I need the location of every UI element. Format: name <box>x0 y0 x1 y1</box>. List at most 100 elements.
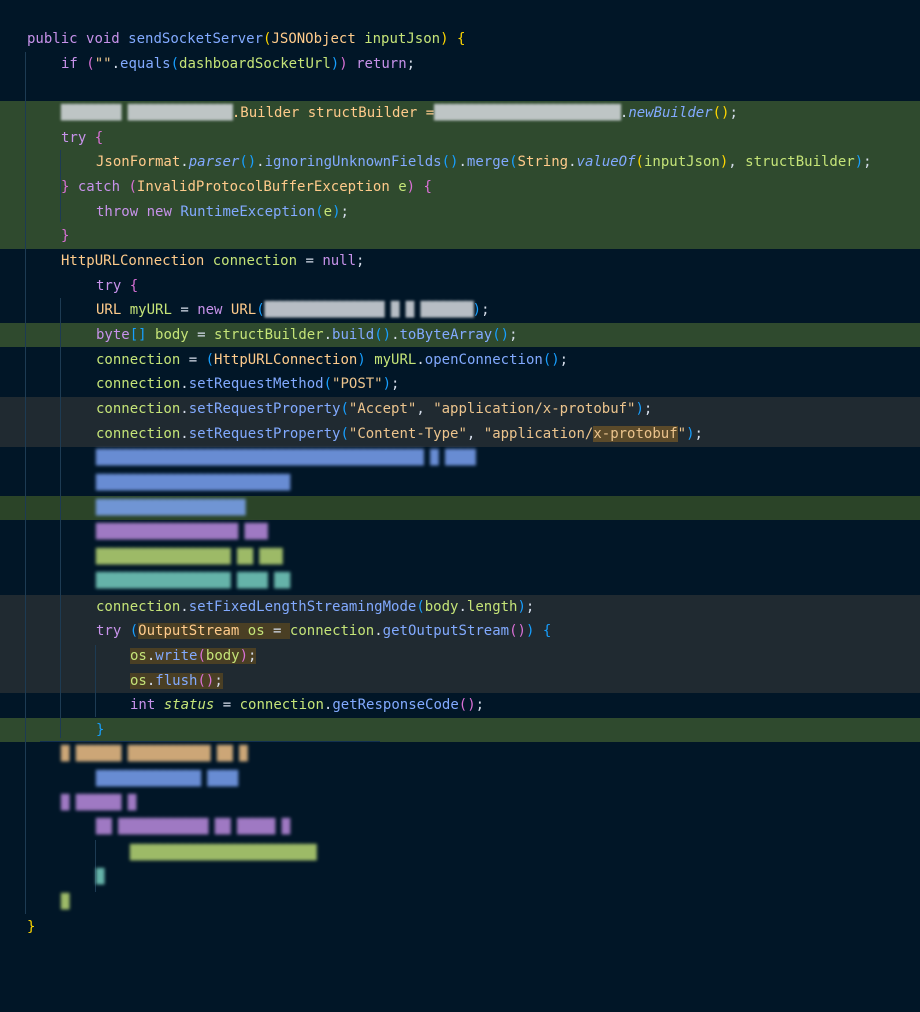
code-line-5[interactable]: try { <box>61 126 103 150</box>
code-line-10[interactable]: HttpURLConnection connection = null; <box>61 249 364 273</box>
variable: connection <box>239 697 324 713</box>
code-line-8[interactable]: throw new RuntimeException(e); <box>96 200 349 224</box>
variable: body <box>424 599 459 615</box>
variable: inputJson <box>643 154 720 170</box>
code-line-redacted[interactable]: █ ██████ ███████████ ██ █ <box>61 742 248 766</box>
class-name: HttpURLConnection <box>214 352 358 368</box>
code-line-redacted[interactable]: █ <box>96 865 105 889</box>
redacted-text: █ <box>61 894 70 910</box>
string-literal: " <box>677 426 687 442</box>
method-call: equals <box>120 56 171 72</box>
keyword: catch <box>77 179 121 195</box>
keyword: new <box>146 204 172 220</box>
code-line-16[interactable]: connection.setRequestProperty("Accept", … <box>96 397 652 421</box>
code-line-redacted[interactable]: ██████████████ ████ <box>96 767 238 791</box>
method-call: newBuilder <box>628 105 713 121</box>
string-literal: "Content-Type" <box>348 426 467 442</box>
code-line-redacted[interactable]: █ ██████ █ <box>61 791 136 815</box>
variable: os <box>247 623 265 639</box>
class-name: String <box>517 154 569 170</box>
redacted-text: ██ ████████████ ██ █████ █ <box>96 819 290 835</box>
code-line-28[interactable]: int status = connection.getResponseCode(… <box>130 693 484 717</box>
code-line-redacted[interactable]: █████████████████████████ <box>130 841 317 865</box>
code-line-24[interactable]: connection.setFixedLengthStreamingMode(b… <box>96 595 534 619</box>
keyword: try <box>61 130 87 146</box>
method-call: flush <box>155 673 198 689</box>
code-line-redacted[interactable]: ███████████████████ ███ <box>96 520 268 544</box>
code-line-9[interactable]: } <box>61 224 69 248</box>
search-match: x-protobuf <box>593 426 678 442</box>
code-line-4[interactable]: ████████ ██████████████.Builder structBu… <box>61 101 738 125</box>
code-line-redacted[interactable]: ██████████████████ ██ ███ <box>96 545 283 569</box>
variable: myURL <box>374 352 417 368</box>
code-line-redacted[interactable]: ██████████████████ ████ ██ <box>96 569 290 593</box>
keyword: int <box>130 697 156 713</box>
method-call: toByteArray <box>399 327 493 343</box>
redacted-text: ████████████████████████████████████████… <box>96 450 476 466</box>
method-call: valueOf <box>576 154 636 170</box>
redacted-text: █████████████████████████ <box>434 105 621 121</box>
code-line-redacted[interactable]: ██ ████████████ ██ █████ █ <box>96 815 290 839</box>
class-name: JsonFormat <box>96 154 181 170</box>
code-editor[interactable]: public void sendSocketServer(JSONObject … <box>0 0 920 1012</box>
variable: dashboardSocketUrl <box>179 56 331 72</box>
code-line-redacted[interactable]: █ <box>61 890 70 914</box>
code-line-redacted[interactable]: ██████████████████████████ <box>96 471 290 495</box>
keyword: try <box>96 278 122 294</box>
code-line-2[interactable]: if ("".equals(dashboardSocketUrl)) retur… <box>61 52 415 76</box>
code-line-14[interactable]: connection = (HttpURLConnection) myURL.o… <box>96 348 568 372</box>
code-line-25[interactable]: try (OutputStream os = connection.getOut… <box>96 619 551 643</box>
string-literal: "POST" <box>332 376 383 392</box>
redacted-text: █████████████████████████ <box>130 845 317 861</box>
code-line-6[interactable]: JsonFormat.parser().ignoringUnknownField… <box>96 150 872 174</box>
line-highlight-close <box>0 718 920 742</box>
variable: connection <box>96 401 181 417</box>
variable: body <box>205 648 240 664</box>
code-line-11[interactable]: try { <box>96 274 138 298</box>
variable: connection <box>96 352 181 368</box>
code-line-13[interactable]: byte[] body = structBuilder.build().toBy… <box>96 323 518 347</box>
variable: e <box>323 204 333 220</box>
code-line-27[interactable]: os.flush(); <box>130 669 223 693</box>
method-call: openConnection <box>424 352 543 368</box>
variable: os <box>130 673 147 689</box>
variable: body <box>155 327 189 343</box>
code-line-26[interactable]: os.write(body); <box>130 644 257 668</box>
variable: structBuilder <box>214 327 324 343</box>
class-name: InvalidProtocolBufferException <box>136 179 390 195</box>
declaration: .Builder structBuilder = <box>231 105 435 121</box>
code-line-29[interactable]: } <box>96 718 104 742</box>
keyword: return <box>356 56 407 72</box>
method-call: getOutputStream <box>382 623 510 639</box>
code-line-17[interactable]: connection.setRequestProperty("Content-T… <box>96 422 703 446</box>
class-name: HttpURLConnection <box>61 253 205 269</box>
keyword: if <box>61 56 78 72</box>
indent-guide <box>25 52 26 914</box>
keyword: void <box>86 31 120 47</box>
keyword: null <box>322 253 357 269</box>
code-line-1[interactable]: public void sendSocketServer(JSONObject … <box>27 27 465 51</box>
variable: length <box>466 599 518 615</box>
code-line-redacted[interactable]: ████████████████████████████████████████… <box>96 446 476 470</box>
code-line-closing[interactable]: } <box>27 915 35 939</box>
keyword: public <box>27 31 78 47</box>
variable: os <box>130 648 147 664</box>
variable: structBuilder <box>745 154 855 170</box>
method-call: parser <box>188 154 240 170</box>
method-call: ignoringUnknownFields <box>264 154 442 170</box>
code-line-7[interactable]: } catch (InvalidProtocolBufferException … <box>61 175 432 199</box>
keyword: byte <box>96 327 130 343</box>
redacted-text: █ ██████ ███████████ ██ █ <box>61 746 248 762</box>
variable: connection <box>96 426 181 442</box>
class-name: URL <box>230 302 257 318</box>
string-literal: "application/x-protobuf" <box>433 401 636 417</box>
code-line-15[interactable]: connection.setRequestMethod("POST"); <box>96 372 399 396</box>
redacted-text: ██████████████████████████ <box>96 475 290 491</box>
keyword: new <box>197 302 223 318</box>
code-line-12[interactable]: URL myURL = new URL(████████████████ █ █… <box>96 298 490 322</box>
method-call: write <box>155 648 198 664</box>
code-line-redacted[interactable]: ████████████████████ <box>96 496 246 520</box>
variable: connection <box>96 376 181 392</box>
method-name: sendSocketServer <box>128 31 264 47</box>
method-call: setFixedLengthStreamingMode <box>188 599 417 615</box>
